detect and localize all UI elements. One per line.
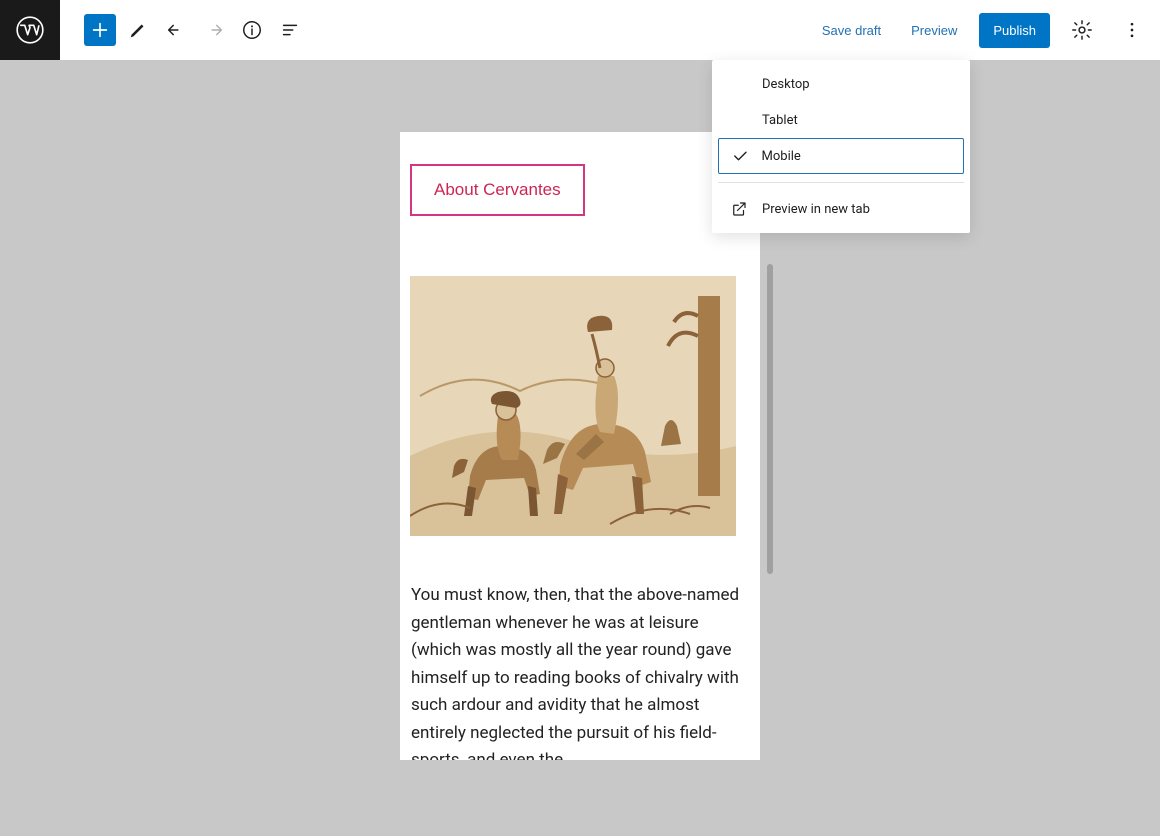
pencil-icon: [127, 19, 149, 41]
page-content[interactable]: About Cervantes: [400, 132, 760, 760]
menu-label: Tablet: [762, 113, 798, 128]
settings-button[interactable]: [1064, 12, 1100, 48]
scrollbar-thumb[interactable]: [767, 264, 773, 574]
preview-menu: Desktop Tablet Mobile Preview in new tab: [712, 60, 970, 233]
page-frame: About Cervantes: [400, 132, 760, 836]
editor-canvas: About Cervantes: [0, 60, 1160, 836]
menu-separator: [718, 182, 964, 183]
more-vertical-icon: [1122, 20, 1142, 40]
gear-icon: [1071, 19, 1093, 41]
redo-button[interactable]: [198, 14, 230, 46]
don-quixote-illustration: [410, 276, 736, 536]
body-paragraph[interactable]: You must know, then, that the above-name…: [410, 582, 750, 760]
toolbar-right-group: Save draft Preview Publish: [814, 12, 1160, 48]
redo-icon: [203, 19, 225, 41]
wordpress-logo[interactable]: [0, 0, 60, 60]
add-block-button[interactable]: [84, 14, 116, 46]
check-icon: [731, 147, 749, 165]
menu-label: Mobile: [762, 149, 801, 164]
plus-icon: [89, 19, 111, 41]
info-icon: [241, 19, 263, 41]
preview-button[interactable]: Preview: [903, 17, 965, 44]
preview-option-mobile[interactable]: Mobile: [718, 138, 964, 174]
preview-new-tab[interactable]: Preview in new tab: [718, 191, 964, 227]
about-cervantes-button[interactable]: About Cervantes: [410, 164, 585, 216]
preview-option-desktop[interactable]: Desktop: [718, 66, 964, 102]
undo-icon: [165, 19, 187, 41]
external-link-icon: [730, 200, 748, 218]
wordpress-icon: [16, 16, 44, 44]
menu-label: Desktop: [762, 77, 810, 92]
undo-button[interactable]: [160, 14, 192, 46]
edit-tool-button[interactable]: [122, 14, 154, 46]
top-toolbar: Save draft Preview Publish: [0, 0, 1160, 60]
menu-label: Preview in new tab: [762, 202, 870, 217]
details-button[interactable]: [236, 14, 268, 46]
save-draft-button[interactable]: Save draft: [814, 17, 889, 44]
publish-button[interactable]: Publish: [979, 13, 1050, 48]
toolbar-left-group: [60, 14, 306, 46]
outline-button[interactable]: [274, 14, 306, 46]
more-options-button[interactable]: [1114, 12, 1150, 48]
list-icon: [279, 19, 301, 41]
preview-option-tablet[interactable]: Tablet: [718, 102, 964, 138]
